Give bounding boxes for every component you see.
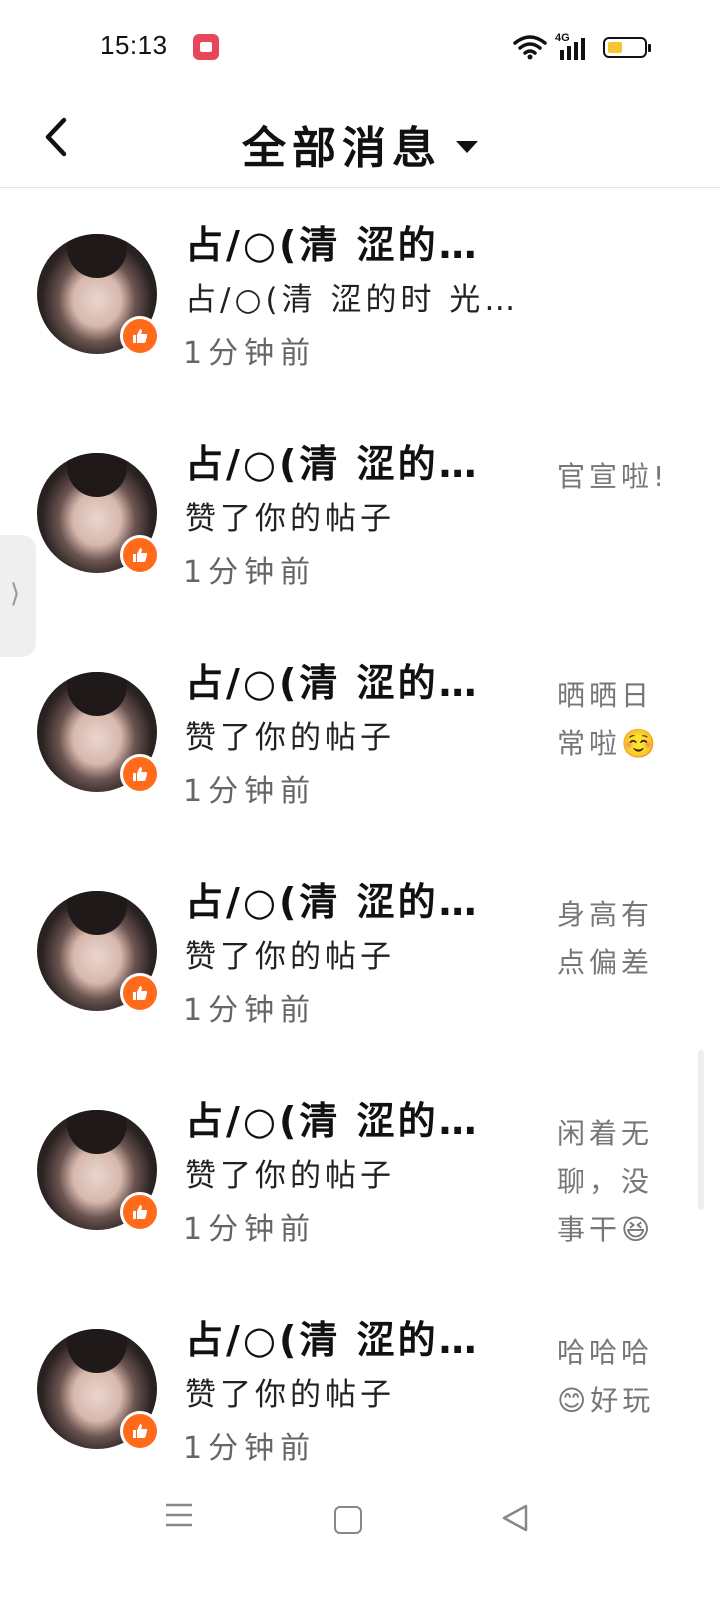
message-time: 1分钟前 — [183, 555, 317, 590]
side-drawer-handle[interactable]: ⟩ — [0, 535, 36, 657]
message-time: 1分钟前 — [183, 1212, 317, 1247]
sender-name: 占/○(清 涩的… — [185, 223, 480, 267]
wifi-icon — [513, 35, 547, 60]
message-item[interactable]: 占/○(清 涩的… 占/○(清 涩的时 光… 1分钟前 — [0, 188, 720, 407]
like-badge-icon — [120, 973, 160, 1013]
nav-back-icon[interactable] — [500, 1503, 530, 1533]
message-time: 1分钟前 — [183, 1431, 317, 1466]
sender-name: 占/○(清 涩的… — [185, 880, 480, 924]
post-preview[interactable]: 闲着无聊，没事干😆 — [557, 1110, 673, 1254]
screen-record-icon — [193, 34, 219, 60]
like-badge-icon — [120, 1192, 160, 1232]
sender-name: 占/○(清 涩的… — [185, 1099, 480, 1143]
status-bar: 15:13 4G — [0, 0, 720, 90]
like-badge-icon — [120, 316, 160, 356]
message-item[interactable]: 占/○(清 涩的… 赞了你的帖子 1分钟前 晒晒日常啦☺️ — [0, 626, 720, 845]
status-time: 15:13 — [100, 30, 168, 60]
message-desc: 赞了你的帖子 — [185, 1377, 395, 1413]
message-time: 1分钟前 — [183, 336, 317, 371]
chevron-right-icon: ⟩ — [10, 579, 21, 609]
message-desc: 赞了你的帖子 — [185, 1158, 395, 1194]
home-icon[interactable] — [334, 1506, 362, 1534]
message-desc: 占/○(清 涩的时 光… — [185, 282, 520, 318]
message-desc: 赞了你的帖子 — [185, 720, 395, 756]
message-time: 1分钟前 — [183, 774, 317, 809]
sender-name: 占/○(清 涩的… — [185, 1318, 480, 1362]
message-item[interactable]: 占/○(清 涩的… 赞了你的帖子 1分钟前 身高有点偏差 — [0, 845, 720, 1064]
message-list: 占/○(清 涩的… 占/○(清 涩的时 光… 1分钟前 占/○(清 涩的… 赞了… — [0, 188, 720, 1502]
battery-icon — [603, 37, 651, 58]
dropdown-arrow-icon — [456, 141, 478, 153]
signal-icon — [560, 36, 588, 60]
sender-name: 占/○(清 涩的… — [185, 661, 480, 705]
system-nav-bar — [0, 1470, 720, 1570]
message-time: 1分钟前 — [183, 993, 317, 1028]
menu-icon[interactable] — [165, 1502, 193, 1528]
post-preview[interactable]: 哈哈哈😊好玩 — [557, 1329, 673, 1425]
like-badge-icon — [120, 1411, 160, 1451]
message-desc: 赞了你的帖子 — [185, 501, 395, 537]
like-badge-icon — [120, 535, 160, 575]
sender-name: 占/○(清 涩的… — [185, 442, 480, 486]
message-desc: 赞了你的帖子 — [185, 939, 395, 975]
like-badge-icon — [120, 754, 160, 794]
page-title: 全部消息 — [242, 123, 442, 174]
title-dropdown[interactable]: 全部消息 — [0, 112, 720, 176]
message-item[interactable]: 占/○(清 涩的… 赞了你的帖子 1分钟前 闲着无聊，没事干😆 — [0, 1064, 720, 1283]
post-preview[interactable]: 晒晒日常啦☺️ — [557, 672, 673, 768]
message-item[interactable]: 占/○(清 涩的… 赞了你的帖子 1分钟前 官宣啦! — [0, 407, 720, 626]
post-preview[interactable]: 身高有点偏差 — [557, 891, 673, 987]
scrollbar[interactable] — [698, 1050, 704, 1210]
post-preview[interactable]: 官宣啦! — [557, 453, 673, 501]
header: 全部消息 — [0, 90, 720, 188]
